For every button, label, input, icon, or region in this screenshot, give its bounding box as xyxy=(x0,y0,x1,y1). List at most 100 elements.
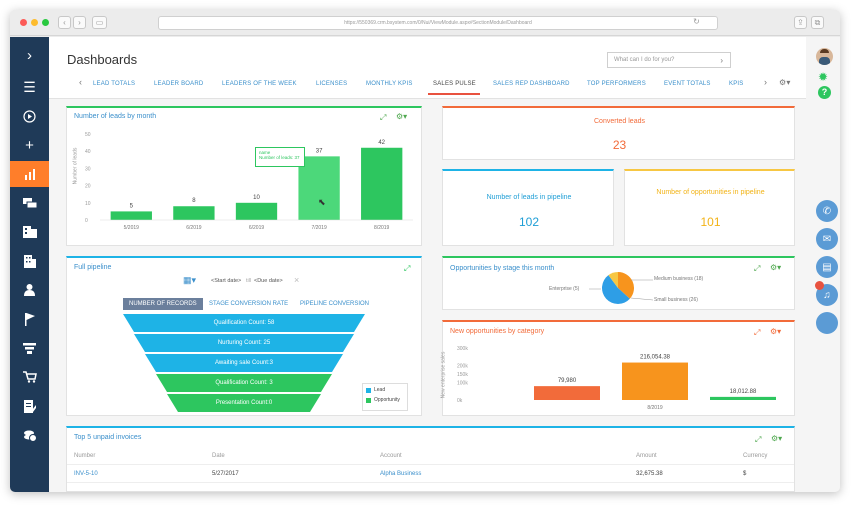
help-icon[interactable]: ? xyxy=(818,86,831,99)
chat-icon[interactable]: ▤ xyxy=(816,256,838,278)
tab-monthly-kpis[interactable]: MONTHLY KPIS xyxy=(366,81,413,87)
tabs-scroll-right-icon[interactable]: › xyxy=(764,77,767,87)
close-window-button[interactable] xyxy=(20,19,27,26)
tabs-icon[interactable]: ⧉ xyxy=(811,16,824,29)
leads-in-pipeline-value: 102 xyxy=(518,215,540,229)
tab-sales-rep-dashboard[interactable]: SALES REP DASHBOARD xyxy=(493,81,570,87)
command-search-input[interactable]: What can I do for you? › xyxy=(607,52,731,68)
legend-swatch xyxy=(366,397,371,403)
address-bar[interactable]: https://550369.crm.bsystem.com/0/Nui/Vie… xyxy=(158,16,718,30)
invoice-number-link[interactable]: INV-5-10 xyxy=(74,471,98,477)
bar[interactable] xyxy=(173,206,215,220)
full-pipeline-title: Full pipeline xyxy=(74,264,112,271)
y-tick-label: 0k xyxy=(457,398,463,404)
bar[interactable] xyxy=(534,386,600,400)
contacts-icon[interactable] xyxy=(10,219,49,245)
column-header-currency[interactable]: Currency xyxy=(743,453,767,459)
pie-label-medium: Medium business (18) xyxy=(654,276,704,282)
sidebar-toggle-icon[interactable]: ▭ xyxy=(92,16,107,29)
share-icon[interactable]: ⇪ xyxy=(794,16,807,29)
minimize-window-button[interactable] xyxy=(31,19,38,26)
calendar-icon[interactable]: ▦▾ xyxy=(183,275,196,286)
dashboards-icon[interactable] xyxy=(10,161,49,187)
converted-leads-panel: Converted leads 23 xyxy=(442,106,795,160)
browser-window: ‹ › ▭ https://550369.crm.bsystem.com/0/N… xyxy=(10,10,840,492)
mouse-cursor-icon: ⬉ xyxy=(318,197,326,207)
add-icon[interactable]: + xyxy=(10,132,49,158)
bar-value-label: 18,012.88 xyxy=(730,389,757,395)
tab-licenses[interactable]: LICENSES xyxy=(316,81,347,87)
bar[interactable] xyxy=(710,396,776,400)
panel-settings-icon[interactable]: ⚙▾ xyxy=(771,434,782,443)
expand-sidebar-icon[interactable]: › xyxy=(10,42,49,68)
tab-top-performers[interactable]: TOP PERFORMERS xyxy=(587,81,646,87)
y-tick-label: 300k xyxy=(457,346,468,352)
stage-nurturing-label: Nurturing Count: 25 xyxy=(217,340,271,346)
expand-icon[interactable]: ⤢ xyxy=(754,264,760,274)
tab-number-of-records[interactable]: NUMBER OF RECORDS xyxy=(123,298,203,310)
pie-label-small: Small business (26) xyxy=(654,297,698,303)
accounts-icon[interactable] xyxy=(10,248,49,274)
bar[interactable] xyxy=(235,202,278,220)
column-header-number[interactable]: Number xyxy=(74,453,95,459)
bar[interactable] xyxy=(110,211,152,220)
new-opps-bar-chart: 0k 100k 150k 200k 300k 79,980 216,054.38 18,012… xyxy=(457,346,776,411)
tab-stage-conversion-rate[interactable]: STAGE CONVERSION RATE xyxy=(209,301,288,307)
expand-icon[interactable]: ⤢ xyxy=(404,264,410,274)
tab-pipeline-conversion[interactable]: PIPELINE CONVERSION xyxy=(300,301,369,307)
document-edit-icon[interactable] xyxy=(10,393,49,419)
opps-in-pipeline-value: 101 xyxy=(700,215,721,229)
back-icon[interactable]: ‹ xyxy=(58,16,71,29)
funnel-icon[interactable] xyxy=(10,335,49,361)
clear-icon[interactable]: × xyxy=(294,275,299,285)
right-bar: ✹ ? ✆ ✉ ▤ ♫ xyxy=(806,37,840,492)
column-header-account[interactable]: Account xyxy=(380,453,402,459)
document-icon[interactable] xyxy=(816,312,838,334)
column-header-date[interactable]: Date xyxy=(212,453,225,459)
tab-kpis[interactable]: KPIS xyxy=(729,81,743,87)
stage-awaiting-sale-label: Awaiting sale Count:3 xyxy=(215,360,273,366)
leads-in-pipeline-title: Number of leads in pipeline xyxy=(486,194,572,201)
reload-icon[interactable]: ↻ xyxy=(692,18,701,27)
forward-icon[interactable]: › xyxy=(73,16,86,29)
chat-icon[interactable] xyxy=(10,190,49,216)
start-date-field[interactable]: <Start date> xyxy=(211,278,241,284)
play-icon[interactable] xyxy=(10,103,49,129)
tab-sales-pulse[interactable]: SALES PULSE xyxy=(433,81,476,87)
email-icon[interactable]: ✉ xyxy=(816,228,838,250)
tab-lead-totals[interactable]: LEAD TOTALS xyxy=(93,81,135,87)
panel-settings-icon[interactable]: ⚙▾ xyxy=(770,327,781,336)
tab-leaders-of-the-week[interactable]: LEADERS OF THE WEEK xyxy=(222,81,297,87)
page-title: Dashboards xyxy=(67,52,138,67)
panel-settings-icon[interactable]: ⚙▾ xyxy=(770,263,781,272)
pipeline-legend: Lead Opportunity xyxy=(362,383,408,411)
invoice-account-link[interactable]: Alpha Business xyxy=(380,471,421,477)
flag-icon[interactable] xyxy=(10,306,49,332)
settings-gear-icon[interactable]: ⚙▾ xyxy=(779,78,791,87)
bar-value-label: 10 xyxy=(253,195,260,201)
settings-gear-icon[interactable]: ✹ xyxy=(818,70,828,84)
expand-icon[interactable]: ⤢ xyxy=(754,328,760,338)
bar-value-label: 5 xyxy=(130,203,134,209)
expand-icon[interactable]: ⤢ xyxy=(380,113,386,123)
avatar[interactable] xyxy=(816,48,833,65)
menu-icon[interactable]: ☰ xyxy=(10,74,49,100)
column-header-amount[interactable]: Amount xyxy=(636,453,657,459)
billing-icon[interactable] xyxy=(10,422,49,448)
tab-event-totals[interactable]: EVENT TOTALS xyxy=(664,81,711,87)
bar[interactable] xyxy=(361,147,403,220)
cart-icon[interactable] xyxy=(10,364,49,390)
tabs-scroll-left-icon[interactable]: ‹ xyxy=(79,77,82,87)
tab-leader-board[interactable]: LEADER BOARD xyxy=(154,81,203,87)
new-opps-title: New opportunities by category xyxy=(450,328,545,335)
panel-settings-icon[interactable]: ⚙▾ xyxy=(396,112,407,121)
chevron-right-icon[interactable]: › xyxy=(720,56,723,65)
due-date-field[interactable]: <Due date> xyxy=(254,278,283,284)
y-tick-label: 100k xyxy=(457,381,468,387)
phone-icon[interactable]: ✆ xyxy=(816,200,838,222)
person-icon[interactable] xyxy=(10,277,49,303)
bar[interactable] xyxy=(622,362,688,400)
maximize-window-button[interactable] xyxy=(42,19,49,26)
legend-item-lead: Lead xyxy=(366,387,404,393)
expand-icon[interactable]: ⤢ xyxy=(755,435,761,445)
